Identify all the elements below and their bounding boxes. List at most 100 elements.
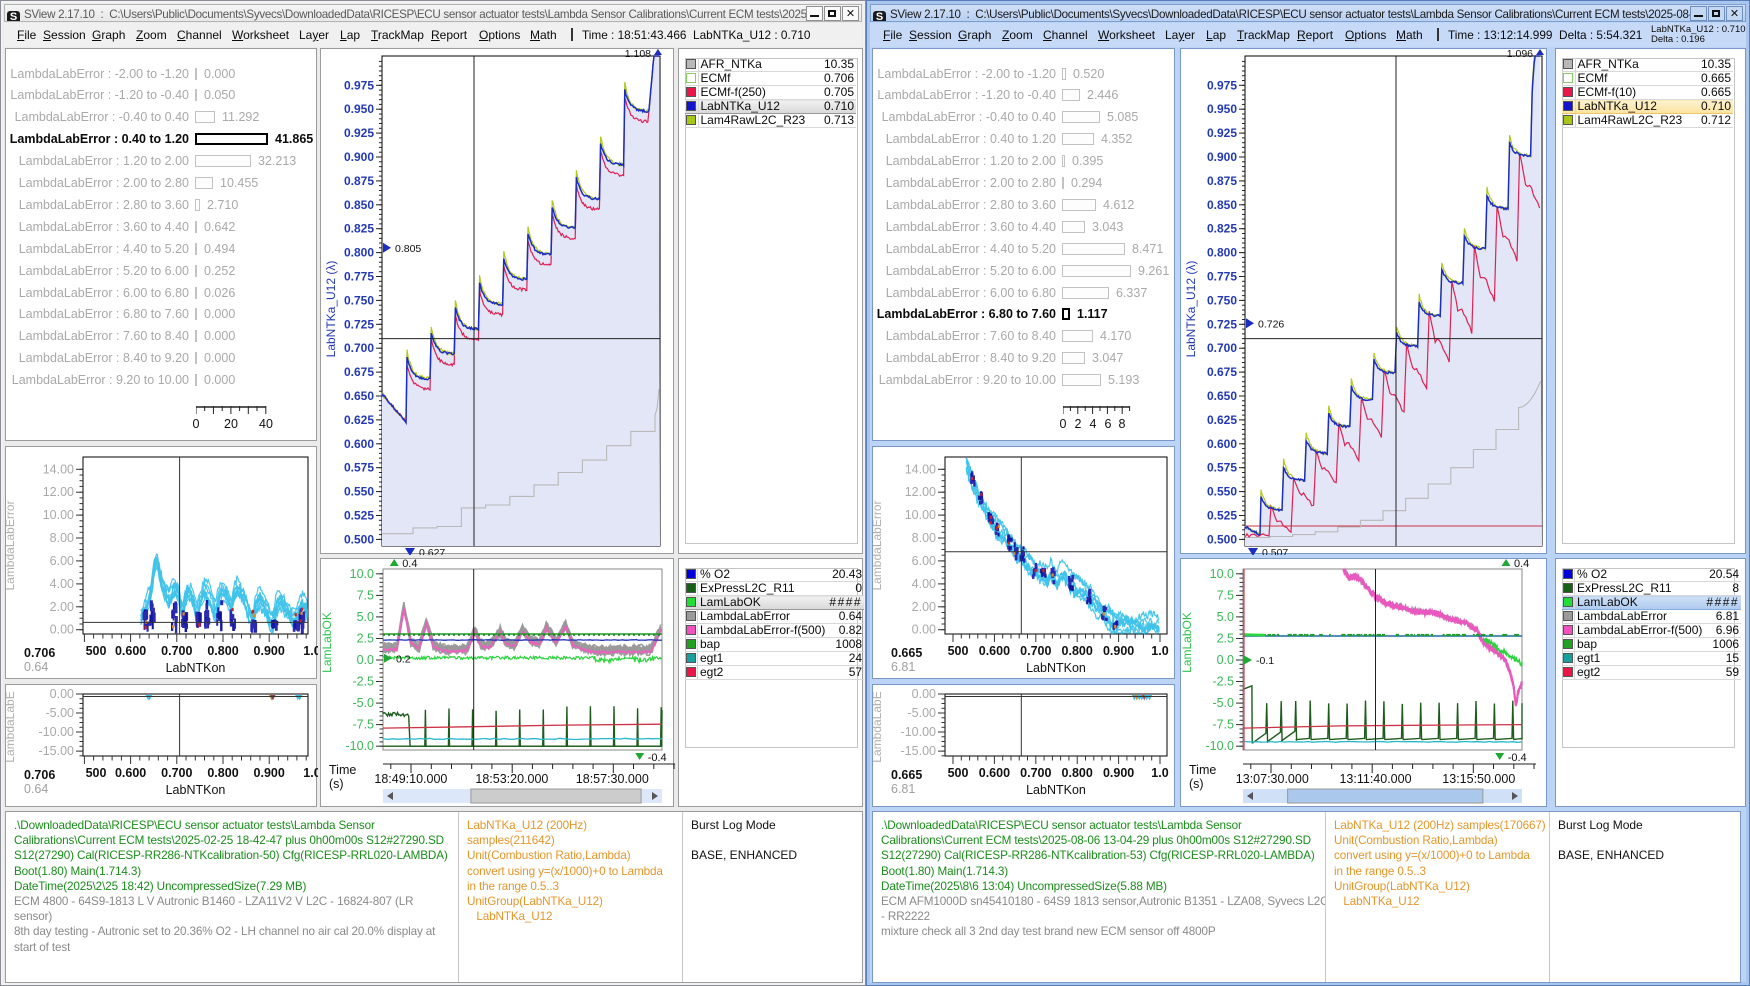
svg-text:-0.4: -0.4 (1508, 752, 1527, 764)
svg-text:0.600: 0.600 (979, 766, 1010, 780)
svg-text:0.665: 0.665 (891, 768, 922, 782)
svg-text:0.0: 0.0 (357, 653, 374, 667)
svg-text:-2.5: -2.5 (1212, 675, 1234, 689)
svg-text:500: 500 (948, 644, 969, 658)
svg-text:0.507: 0.507 (1262, 547, 1288, 555)
svg-text:0.800: 0.800 (207, 766, 238, 780)
svg-text:0.800: 0.800 (207, 644, 238, 658)
svg-text:500: 500 (948, 766, 969, 780)
svg-text:0.00: 0.00 (50, 623, 74, 637)
svg-text:-7.5: -7.5 (1212, 718, 1234, 732)
svg-text:(s): (s) (1189, 777, 1204, 791)
svg-text:0.900: 0.900 (254, 644, 285, 658)
svg-text:0.0: 0.0 (1217, 653, 1234, 667)
svg-text:-7.5: -7.5 (352, 718, 374, 732)
svg-text:-5.0: -5.0 (1212, 696, 1234, 710)
svg-text:0.625: 0.625 (1207, 413, 1237, 427)
svg-text:-5.00: -5.00 (908, 706, 937, 720)
svg-text:0.700: 0.700 (161, 644, 192, 658)
svg-text:LambdaLabE: LambdaLabE (873, 691, 884, 762)
svg-text:0.805: 0.805 (395, 243, 421, 255)
svg-text:-2.5: -2.5 (352, 675, 374, 689)
svg-text:14.00: 14.00 (43, 462, 74, 476)
svg-text:0.750: 0.750 (344, 293, 374, 307)
svg-text:(s): (s) (329, 777, 344, 791)
svg-text:1.0: 1.0 (1151, 766, 1168, 780)
svg-text:0.900: 0.900 (1103, 644, 1134, 658)
svg-text:6.81: 6.81 (891, 782, 915, 796)
svg-text:1.0: 1.0 (303, 766, 318, 780)
svg-text:0.950: 0.950 (344, 102, 374, 116)
svg-text:0.825: 0.825 (1207, 222, 1237, 236)
svg-text:0.675: 0.675 (344, 365, 374, 379)
svg-text:0.900: 0.900 (254, 766, 285, 780)
svg-text:0.00: 0.00 (912, 623, 936, 637)
svg-text:0.650: 0.650 (1207, 389, 1237, 403)
svg-text:0.600: 0.600 (1207, 437, 1237, 451)
svg-text:13:11:40.000: 13:11:40.000 (1339, 772, 1411, 786)
svg-text:0.700: 0.700 (161, 766, 192, 780)
svg-text:2.00: 2.00 (50, 600, 74, 614)
svg-text:0.625: 0.625 (344, 413, 374, 427)
svg-text:0.64: 0.64 (24, 782, 48, 796)
svg-text:-10.0: -10.0 (1206, 739, 1235, 753)
svg-text:0.750: 0.750 (1207, 293, 1237, 307)
svg-text:LabNTKa_U12 (λ): LabNTKa_U12 (λ) (1184, 261, 1198, 358)
svg-text:0.950: 0.950 (1207, 102, 1237, 116)
svg-text:18:49:10.000: 18:49:10.000 (374, 772, 447, 786)
svg-text:0.2: 0.2 (396, 653, 411, 665)
svg-text:0.900: 0.900 (344, 150, 374, 164)
svg-text:0.775: 0.775 (1207, 270, 1237, 284)
svg-text:-10.00: -10.00 (39, 725, 74, 739)
svg-text:LamLabOK: LamLabOK (1181, 612, 1194, 673)
svg-text:LabNTKon: LabNTKon (1026, 661, 1086, 675)
svg-text:8.00: 8.00 (912, 531, 936, 545)
svg-text:-15.00: -15.00 (39, 744, 74, 758)
svg-text:0.975: 0.975 (344, 78, 374, 92)
svg-text:13:07:30.000: 13:07:30.000 (1236, 772, 1309, 786)
svg-text:0.875: 0.875 (344, 174, 374, 188)
svg-text:0.500: 0.500 (1207, 532, 1237, 546)
svg-text:500: 500 (86, 766, 107, 780)
svg-text:LabNTKa_U12 (λ): LabNTKa_U12 (λ) (324, 261, 338, 358)
svg-text:-10.00: -10.00 (901, 725, 936, 739)
svg-text:12.00: 12.00 (905, 485, 936, 499)
svg-text:0.900: 0.900 (1207, 150, 1237, 164)
svg-text:LabNTKon: LabNTKon (166, 661, 226, 675)
svg-text:0.627: 0.627 (419, 547, 445, 555)
svg-text:0.665: 0.665 (891, 646, 922, 660)
svg-text:6.00: 6.00 (912, 554, 936, 568)
svg-text:4.00: 4.00 (912, 577, 936, 591)
svg-text:-5.0: -5.0 (352, 696, 374, 710)
svg-text:LabNTKon: LabNTKon (1026, 783, 1086, 797)
svg-text:0.575: 0.575 (1207, 461, 1237, 475)
svg-text:0.925: 0.925 (344, 126, 374, 140)
svg-text:0.4: 0.4 (402, 559, 417, 570)
svg-text:6.81: 6.81 (891, 660, 915, 674)
svg-text:2.00: 2.00 (912, 600, 936, 614)
svg-text:0.500: 0.500 (344, 532, 374, 546)
svg-text:LabNTKon: LabNTKon (166, 783, 226, 797)
svg-text:0.525: 0.525 (1207, 509, 1237, 523)
svg-text:0.726: 0.726 (1258, 318, 1284, 330)
svg-text:0.800: 0.800 (1062, 766, 1093, 780)
svg-text:18:57:30.000: 18:57:30.000 (576, 772, 649, 786)
svg-text:7.5: 7.5 (1217, 588, 1234, 602)
svg-text:-15.00: -15.00 (901, 744, 936, 758)
svg-text:LambdaLabE: LambdaLabE (6, 691, 17, 762)
svg-text:0.800: 0.800 (344, 246, 374, 260)
svg-text:500: 500 (86, 644, 107, 658)
svg-text:0.64: 0.64 (24, 660, 48, 674)
svg-text:0.700: 0.700 (1020, 644, 1051, 658)
svg-text:2.5: 2.5 (357, 632, 374, 646)
svg-text:5.0: 5.0 (1217, 610, 1234, 624)
svg-text:0.850: 0.850 (1207, 198, 1237, 212)
svg-text:0.700: 0.700 (1020, 766, 1051, 780)
svg-text:-5.00: -5.00 (46, 706, 75, 720)
svg-text:Time: Time (329, 763, 356, 777)
svg-text:0.925: 0.925 (1207, 126, 1237, 140)
svg-text:1.0: 1.0 (303, 644, 318, 658)
svg-text:0.800: 0.800 (1062, 644, 1093, 658)
svg-text:10.00: 10.00 (43, 508, 74, 522)
svg-text:6.00: 6.00 (50, 554, 74, 568)
